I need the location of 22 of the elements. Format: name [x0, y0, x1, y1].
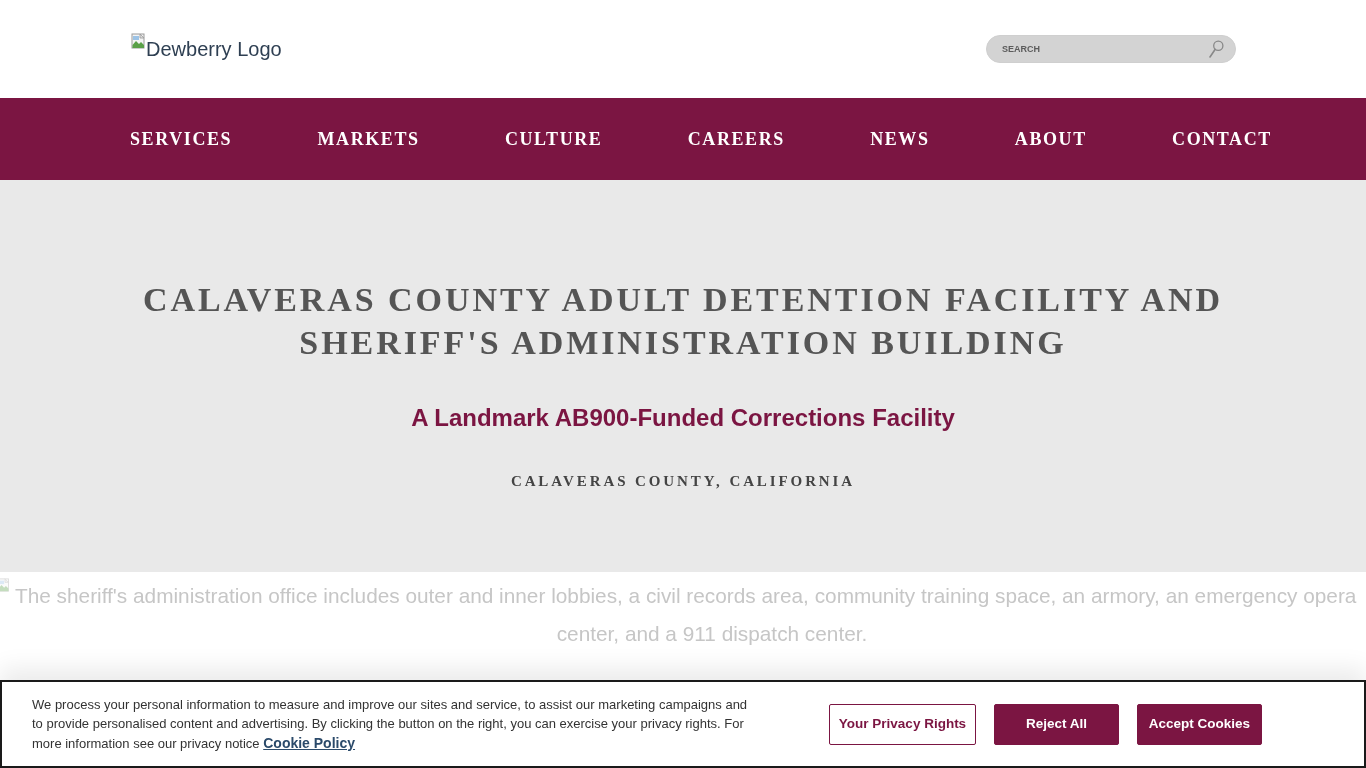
accept-cookies-button[interactable]: Accept Cookies — [1137, 703, 1262, 745]
broken-image-icon — [0, 578, 10, 592]
nav-link[interactable]: NEWS — [870, 127, 930, 151]
nav-link[interactable]: CAREERS — [687, 127, 785, 151]
search-icon[interactable] — [1209, 40, 1224, 58]
logo-link[interactable]: Dewberry Logo — [130, 33, 282, 61]
project-subtitle: A Landmark AB900-Funded Corrections Facility — [411, 403, 955, 433]
privacy-rights-button[interactable]: Your Privacy Rights — [829, 703, 976, 745]
nav-link[interactable]: CULTURE — [504, 127, 603, 151]
page-title: CALAVERAS COUNTY ADULT DETENTION FACILITY AND SHERIFF'S ADMINISTRATION BUILDING — [141, 280, 1225, 363]
cookie-notice-text: We process your personal information to measure and improve our sites and service, to assist our marketing campaigns and to provide personalised content and advertising. By clicking the button on the right, you can exercise your privacy rights. For more information see our privacy notice Cookie Policy — [32, 695, 749, 753]
caption-text: center, and a 911 dispatch center. — [556, 621, 868, 647]
nav-link[interactable]: MARKETS — [317, 127, 420, 151]
nav-link[interactable]: SERVICES — [130, 127, 233, 151]
reject-all-button[interactable]: Reject All — [994, 703, 1119, 745]
cookie-policy-link[interactable]: Cookie Policy — [263, 734, 356, 751]
project-location: CALAVERAS COUNTY, CALIFORNIA — [510, 472, 856, 491]
caption-text: The sheriff's administration office includes outer and inner lobbies, a civil records area, community training space, an armory, an emergency opera — [15, 583, 1357, 609]
broken-image-icon — [130, 33, 146, 49]
search-field[interactable]: SEARCH — [986, 35, 1236, 63]
nav-link[interactable]: CONTACT — [1172, 127, 1272, 151]
nav-link[interactable]: ABOUT — [1014, 127, 1087, 151]
